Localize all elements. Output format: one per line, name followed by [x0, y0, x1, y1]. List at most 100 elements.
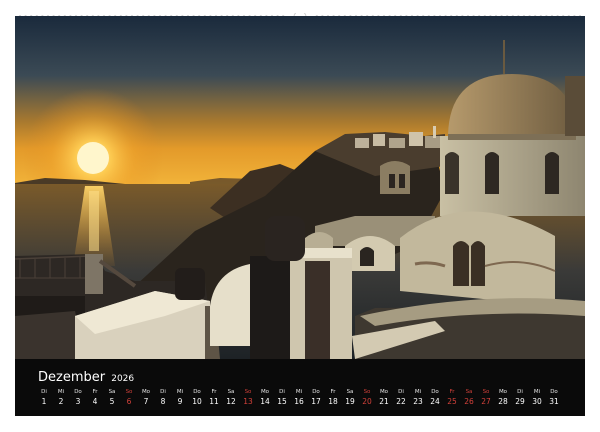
weekday-label: Do [193, 389, 201, 395]
sunset-photo [15, 16, 585, 359]
sun-disc [77, 142, 109, 174]
day-number: 31 [549, 397, 559, 406]
day-number: 26 [464, 397, 474, 406]
day-number: 14 [260, 397, 270, 406]
weekday-label: Sa [465, 389, 473, 395]
day-cell: So 27 [478, 389, 494, 408]
weekday-label: Fr [449, 389, 455, 395]
day-number: 20 [362, 397, 372, 406]
day-cell: Mo 7 [138, 389, 154, 408]
day-number: 30 [532, 397, 542, 406]
day-number: 13 [243, 397, 253, 406]
day-number: 8 [160, 397, 166, 406]
day-number: 24 [430, 397, 440, 406]
day-cell: Mi 23 [410, 389, 426, 408]
day-number: 1 [41, 397, 47, 406]
day-cell: Mi 9 [172, 389, 188, 408]
day-number: 18 [328, 397, 338, 406]
weekday-label: Mo [260, 389, 270, 395]
day-cell: Mo 21 [376, 389, 392, 408]
weekday-label: Di [279, 389, 285, 395]
weekday-label: Mo [379, 389, 389, 395]
day-number: 22 [396, 397, 406, 406]
day-number: 10 [192, 397, 202, 406]
day-cell: So 13 [240, 389, 256, 408]
day-cell: Mi 30 [529, 389, 545, 408]
day-number: 9 [177, 397, 183, 406]
day-number: 15 [277, 397, 287, 406]
weekday-label: Fr [330, 389, 336, 395]
day-cell: Mi 2 [53, 389, 69, 408]
day-cell: Di 22 [393, 389, 409, 408]
day-number: 19 [345, 397, 355, 406]
calendar-page: Dezember 2026 Di 1 Mi 2 Do 3 Fr 4 Sa 5 So 6 Mo 7 Di 8 Mi… [0, 0, 600, 432]
day-number: 5 [109, 397, 115, 406]
weekday-label: Di [398, 389, 404, 395]
day-cell: Fr 4 [87, 389, 103, 408]
weekday-label: So [244, 389, 252, 395]
weekday-label: Mo [498, 389, 508, 395]
day-cell: Sa 5 [104, 389, 120, 408]
day-cell: Fr 11 [206, 389, 222, 408]
day-cell: Fr 18 [325, 389, 341, 408]
weekday-label: Sa [108, 389, 116, 395]
weekday-label: Sa [346, 389, 354, 395]
day-number: 27 [481, 397, 491, 406]
weekday-label: Do [312, 389, 320, 395]
day-number: 28 [498, 397, 508, 406]
weekday-label: Mi [295, 389, 303, 395]
month-title: Dezember 2026 [38, 370, 134, 385]
day-number: 7 [143, 397, 149, 406]
day-cell: Sa 19 [342, 389, 358, 408]
day-cell: Do 3 [70, 389, 86, 408]
weekday-label: So [363, 389, 371, 395]
day-cell: Do 17 [308, 389, 324, 408]
day-cell: Sa 26 [461, 389, 477, 408]
day-number: 3 [75, 397, 81, 406]
weekday-label: Do [550, 389, 558, 395]
weekday-label: Do [431, 389, 439, 395]
day-cell: Di 29 [512, 389, 528, 408]
weekday-label: Fr [92, 389, 98, 395]
day-number: 23 [413, 397, 423, 406]
weekday-label: Do [74, 389, 82, 395]
day-cell: Mo 28 [495, 389, 511, 408]
calendar-strip: Dezember 2026 Di 1 Mi 2 Do 3 Fr 4 Sa 5 So 6 Mo 7 Di 8 Mi… [15, 359, 585, 416]
weekday-label: Fr [211, 389, 217, 395]
day-cell: Do 31 [546, 389, 562, 408]
day-number: 25 [447, 397, 457, 406]
weekday-label: Di [41, 389, 47, 395]
weekday-label: So [482, 389, 490, 395]
day-number: 17 [311, 397, 321, 406]
day-cell: Sa 12 [223, 389, 239, 408]
weekday-label: Mi [414, 389, 422, 395]
day-cell: Do 24 [427, 389, 443, 408]
weekday-label: Di [517, 389, 523, 395]
day-cell: Do 10 [189, 389, 205, 408]
weekday-label: Sa [227, 389, 235, 395]
day-number: 4 [92, 397, 98, 406]
day-number: 21 [379, 397, 389, 406]
day-number: 11 [209, 397, 219, 406]
month-name: Dezember [38, 370, 106, 385]
day-cell: So 6 [121, 389, 137, 408]
day-cell: Di 1 [36, 389, 52, 408]
day-number: 29 [515, 397, 525, 406]
day-row: Di 1 Mi 2 Do 3 Fr 4 Sa 5 So 6 Mo 7 Di 8 Mi 9 Do 10 Fr 11 Sa 12 S… [36, 389, 576, 411]
day-cell: Mi 16 [291, 389, 307, 408]
day-cell: Di 15 [274, 389, 290, 408]
weekday-label: Mi [57, 389, 65, 395]
day-number: 16 [294, 397, 304, 406]
day-cell: Di 8 [155, 389, 171, 408]
weekday-label: So [125, 389, 133, 395]
weekday-label: Mo [141, 389, 151, 395]
day-number: 6 [126, 397, 132, 406]
day-number: 12 [226, 397, 236, 406]
day-number: 2 [58, 397, 64, 406]
day-cell: So 20 [359, 389, 375, 408]
day-cell: Fr 25 [444, 389, 460, 408]
year-label: 2026 [111, 374, 135, 384]
weekday-label: Mi [176, 389, 184, 395]
weekday-label: Di [160, 389, 166, 395]
weekday-label: Mi [533, 389, 541, 395]
